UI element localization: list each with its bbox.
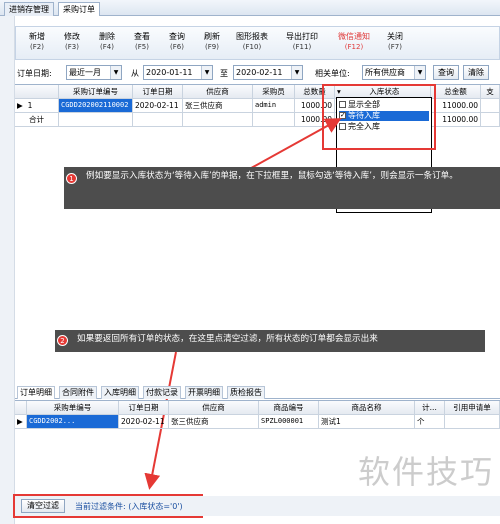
tab-payment-record[interactable]: 付款记录	[143, 386, 181, 399]
callout-one-text: 例如要显示入库状态为‘等待入库’的单据，在下拉框里，鼠标勾选‘等待入库’，则会显…	[86, 171, 458, 181]
cell-request-ref[interactable]	[445, 415, 500, 429]
cell-detail-order-no[interactable]: CGDD2002...	[27, 415, 119, 429]
cell-detail-date[interactable]: 2020-02-11	[119, 415, 169, 429]
tab-stock-in-detail[interactable]: 入库明细	[101, 386, 139, 399]
cell-unit[interactable]: 个	[415, 415, 445, 429]
col-detail-supplier[interactable]: 供应商	[169, 401, 259, 415]
detail-header-row: 采购单编号 订单日期 供应商 商品编号 商品名称 计... 引用申请单	[15, 401, 500, 415]
row-pointer-icon: ▶	[15, 415, 27, 429]
callout-one: 例如要显示入库状态为‘等待入库’的单据，在下拉框里，鼠标勾选‘等待入库’，则会显…	[64, 167, 500, 209]
cell-sku[interactable]: SPZL000001	[259, 415, 319, 429]
callout-two: 如果要返回所有订单的状态，在这里点清空过滤，所有状态的订单都会显示出来	[55, 330, 485, 352]
table-row[interactable]: ▶ CGDD2002... 2020-02-11 张三供应商 SPZL00000…	[15, 415, 500, 429]
current-filter-text: 当前过滤条件: (入库状态='0')	[75, 502, 183, 511]
col-detail-date[interactable]: 订单日期	[119, 401, 169, 415]
col-request-ref[interactable]: 引用申请单	[445, 401, 500, 415]
col-product-name[interactable]: 商品名称	[319, 401, 415, 415]
detail-grid: 采购单编号 订单日期 供应商 商品编号 商品名称 计... 引用申请单 ▶ CG…	[15, 400, 500, 429]
tab-order-detail[interactable]: 订单明细	[17, 386, 55, 399]
col-unit[interactable]: 计...	[415, 401, 445, 415]
tab-invoice-detail[interactable]: 开票明细	[185, 386, 223, 399]
cell-detail-supplier[interactable]: 张三供应商	[169, 415, 259, 429]
cell-product-name[interactable]: 测试1	[319, 415, 415, 429]
detail-tab-bar: 订单明细 合同附件 入库明细 付款记录 开票明细 质检报告	[15, 385, 500, 399]
watermark-text: 软件技巧	[358, 453, 495, 491]
clear-filter-button[interactable]: 清空过滤	[21, 499, 65, 513]
status-bar: 清空过滤 当前过滤条件: (入库状态='0')	[15, 496, 500, 516]
annotation-arrows	[144, 118, 342, 490]
tab-contract-attachment[interactable]: 合同附件	[59, 386, 97, 399]
tab-qc-report[interactable]: 质检报告	[227, 386, 265, 399]
col-sku[interactable]: 商品编号	[259, 401, 319, 415]
col-detail-order-no[interactable]: 采购单编号	[27, 401, 119, 415]
callout-two-badge: 2	[57, 335, 68, 346]
callout-one-badge: 1	[66, 173, 77, 184]
row-indicator-header	[15, 401, 27, 415]
callout-two-text: 如果要返回所有订单的状态，在这里点清空过滤，所有状态的订单都会显示出来	[77, 334, 378, 344]
